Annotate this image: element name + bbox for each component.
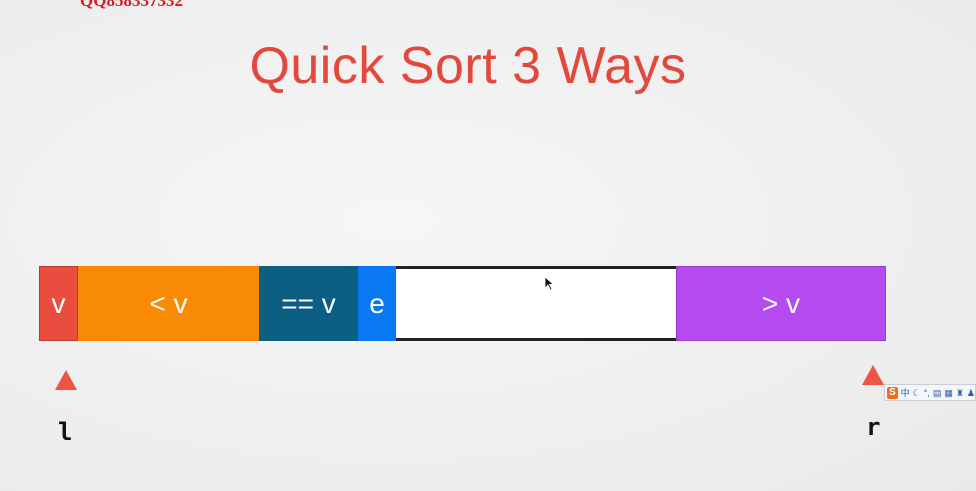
punctuation-icon[interactable]: °, [924,387,930,399]
right-pointer-arrow-icon [862,365,884,385]
sogou-logo-icon[interactable]: S [887,386,898,399]
watermark: QQ858337332 [80,0,183,10]
shirt-icon[interactable]: ♜ [956,387,964,399]
left-pointer-label: l [58,418,73,446]
slide-title: Quick Sort 3 Ways [249,37,687,95]
input-mode-toggle[interactable]: 中 [901,387,910,399]
moon-icon[interactable]: ☾ [913,387,921,399]
array-bar: v < v == v e > v [39,266,886,341]
equal-segment: == v [259,266,358,341]
mouse-cursor-icon [544,276,555,291]
less-than-segment: < v [78,266,259,341]
left-pointer-arrow-icon [55,370,77,390]
pivot-segment: v [39,266,78,341]
current-element-segment: e [358,266,396,341]
greater-than-segment: > v [676,266,886,341]
keyboard-icon[interactable]: ▤ [933,387,942,399]
user-icon[interactable]: ♟ [967,387,975,399]
grid-icon[interactable]: ▦ [944,387,953,399]
right-pointer-label: r [866,413,881,441]
unprocessed-segment [396,266,676,341]
ime-toolbar[interactable]: S 中 ☾ °, ▤ ▦ ♜ ♟ [884,384,976,401]
